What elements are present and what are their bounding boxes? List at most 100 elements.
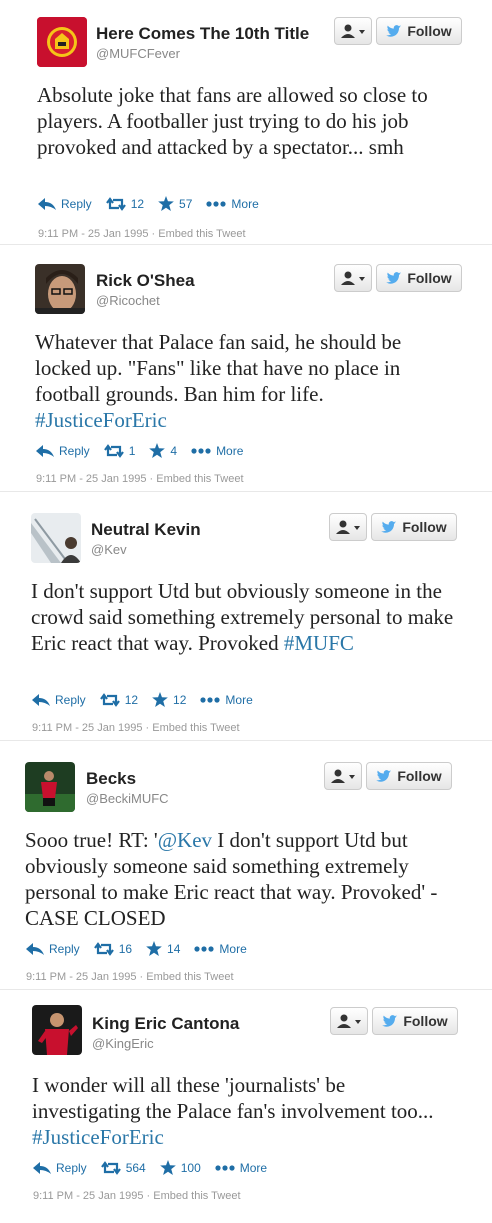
embed-link[interactable]: Embed this Tweet [146, 971, 233, 983]
follow-label: Follow [407, 270, 452, 286]
follow-button[interactable]: Follow [371, 513, 457, 541]
more-action[interactable]: More [191, 444, 243, 458]
retweet-count: 16 [118, 941, 133, 956]
timestamp[interactable]: 9:11 PM - 25 Jan 1995 [36, 473, 146, 485]
man-glasses-avatar[interactable] [35, 264, 85, 314]
reply-label: Reply [55, 692, 86, 707]
timestamp[interactable]: 9:11 PM - 25 Jan 1995 [26, 971, 136, 983]
hashtag-link[interactable]: #JusticeForEric [32, 1125, 164, 1149]
reply-action[interactable]: Reply [32, 693, 86, 707]
user-actions-button[interactable] [334, 17, 372, 45]
more-dots-icon [215, 1164, 235, 1171]
star-icon [152, 692, 168, 707]
user-handle[interactable]: @Kev [91, 542, 127, 557]
favorite-action[interactable]: 57 [158, 196, 192, 211]
retweet-count: 1 [128, 443, 136, 458]
more-action[interactable]: More [206, 196, 259, 211]
follow-button[interactable]: Follow [366, 762, 452, 790]
twitter-bird-icon [386, 271, 402, 284]
reply-action[interactable]: Reply [26, 942, 80, 956]
more-label: More [216, 443, 244, 458]
retweet-count: 564 [125, 1160, 146, 1175]
tweet-text: Whatever that Palace fan said, he should… [35, 330, 402, 432]
user-actions-button[interactable] [324, 762, 362, 790]
reply-action[interactable]: Reply [38, 197, 92, 211]
user-actions-button[interactable] [334, 264, 372, 292]
hashtag-link[interactable]: #MUFC [284, 631, 354, 655]
user-handle[interactable]: @BeckiMUFC [86, 791, 169, 806]
tweet-meta: 9:11 PM - 25 Jan 1995 · Embed this Tweet [38, 228, 246, 240]
display-name[interactable]: Here Comes The 10th Title [96, 24, 309, 44]
retweet-icon [99, 692, 120, 707]
star-icon [158, 196, 174, 211]
tweet-actions: Reply 564 100 More [33, 1160, 281, 1175]
reply-icon [36, 444, 54, 457]
favorite-count: 12 [173, 692, 187, 707]
reply-label: Reply [56, 1160, 87, 1175]
reply-icon [33, 1161, 51, 1174]
more-label: More [239, 1160, 268, 1175]
follow-label: Follow [407, 23, 452, 39]
embed-link[interactable]: Embed this Tweet [152, 722, 239, 734]
retweet-action[interactable]: 16 [93, 941, 133, 956]
mention-link[interactable]: @Kev [158, 828, 212, 852]
embed-link[interactable]: Embed this Tweet [153, 1190, 240, 1202]
display-name[interactable]: Rick O'Shea [96, 271, 195, 291]
reply-action[interactable]: Reply [33, 1161, 87, 1175]
retweet-icon [105, 196, 126, 211]
tweet-meta: 9:11 PM - 25 Jan 1995 · Embed this Tweet [36, 473, 244, 485]
retweet-action[interactable]: 1 [103, 443, 136, 458]
timestamp[interactable]: 9:11 PM - 25 Jan 1995 [32, 722, 142, 734]
follow-label: Follow [402, 519, 447, 535]
more-label: More [225, 692, 253, 707]
more-action[interactable]: More [200, 692, 253, 707]
retweet-action[interactable]: 564 [100, 1160, 146, 1175]
tweet-text: Sooo true! RT: '@Kev I don't support Utd… [25, 828, 438, 930]
user-handle[interactable]: @MUFCFever [96, 46, 180, 61]
reply-action[interactable]: Reply [36, 444, 90, 458]
person-dropdown-icon [341, 24, 365, 38]
person-dropdown-icon [341, 271, 365, 285]
tweet-actions: Reply 12 57 More [38, 196, 273, 211]
timestamp[interactable]: 9:11 PM - 25 Jan 1995 [33, 1190, 143, 1202]
user-handle[interactable]: @Ricochet [96, 293, 160, 308]
favorite-action[interactable]: 100 [159, 1160, 201, 1175]
favorite-count: 100 [180, 1160, 201, 1175]
hashtag-link[interactable]: #JusticeForEric [35, 408, 167, 432]
favorite-action[interactable]: 12 [152, 692, 186, 707]
more-dots-icon [194, 945, 215, 952]
follow-button[interactable]: Follow [376, 17, 462, 45]
divider [0, 244, 492, 245]
tweet: Here Comes The 10th Title @MUFCFever Fol… [0, 0, 492, 245]
display-name[interactable]: King Eric Cantona [92, 1014, 239, 1034]
user-handle[interactable]: @KingEric [92, 1036, 154, 1051]
user-actions-button[interactable] [330, 1007, 368, 1035]
more-label: More [231, 196, 259, 211]
follow-button[interactable]: Follow [376, 264, 462, 292]
favorite-action[interactable]: 4 [149, 443, 177, 458]
user-actions-button[interactable] [329, 513, 367, 541]
timestamp[interactable]: 9:11 PM - 25 Jan 1995 [38, 228, 148, 240]
follow-button[interactable]: Follow [372, 1007, 458, 1035]
embed-link[interactable]: Embed this Tweet [156, 473, 243, 485]
stadium-avatar[interactable] [31, 513, 81, 563]
follow-label: Follow [397, 768, 442, 784]
divider [0, 491, 492, 492]
tweet-actions: Reply 16 14 More [26, 941, 261, 956]
retweet-action[interactable]: 12 [99, 692, 138, 707]
tweet-text: Absolute joke that fans are allowed so c… [37, 83, 428, 159]
person-dropdown-icon [331, 769, 355, 783]
display-name[interactable]: Becks [86, 769, 136, 789]
display-name[interactable]: Neutral Kevin [91, 520, 201, 540]
tweet-text: I wonder will all these 'journalists' be… [32, 1073, 434, 1149]
player-pitch-avatar[interactable] [25, 762, 75, 812]
more-action[interactable]: More [194, 942, 247, 956]
twitter-bird-icon [381, 520, 397, 533]
favorite-action[interactable]: 14 [146, 941, 180, 956]
more-action[interactable]: More [215, 1161, 267, 1175]
retweet-icon [100, 1160, 121, 1175]
cantona-avatar[interactable] [32, 1005, 82, 1055]
manutd-crest-avatar[interactable] [37, 17, 87, 67]
embed-link[interactable]: Embed this Tweet [158, 228, 245, 240]
retweet-action[interactable]: 12 [105, 196, 144, 211]
